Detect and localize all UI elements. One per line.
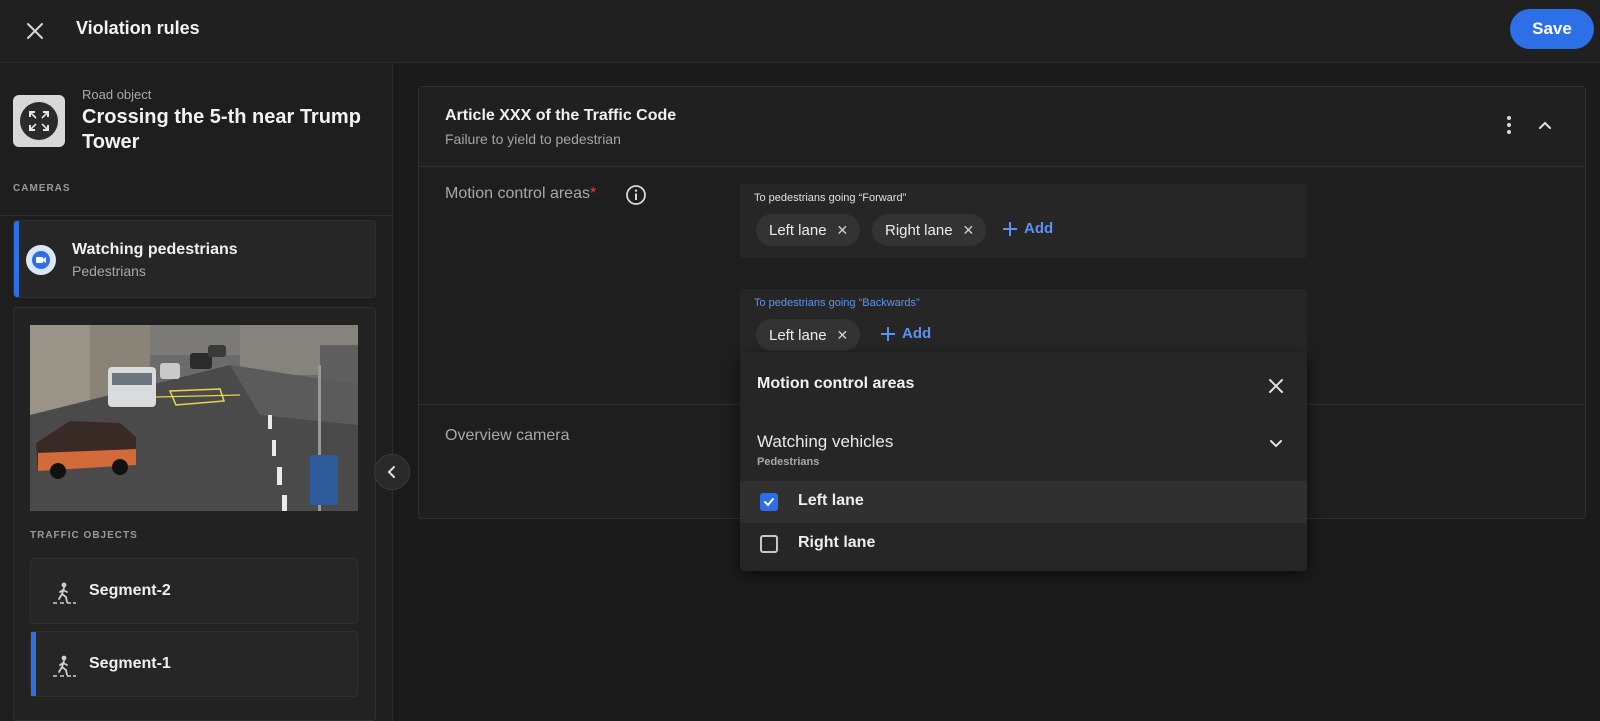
traffic-objects-caption: TRAFFIC OBJECTS	[30, 530, 138, 541]
motion-areas-dropdown: Motion control areas Watching vehicles P…	[740, 352, 1307, 571]
dropdown-camera-subtitle: Pedestrians	[757, 456, 820, 468]
remove-chip-icon[interactable]: ✕	[837, 222, 849, 239]
top-bar: Violation rules Save	[0, 0, 1600, 63]
remove-chip-icon[interactable]: ✕	[837, 327, 849, 344]
chip-left-lane[interactable]: Left lane ✕	[756, 319, 861, 351]
add-backwards-area-button[interactable]: Add	[880, 325, 931, 342]
overview-camera-label: Overview camera	[445, 427, 570, 444]
checkbox-unchecked[interactable]	[760, 535, 778, 553]
traffic-object-label: Segment-2	[89, 582, 171, 599]
sidebar: Road object Crossing the 5-th near Trump…	[0, 63, 393, 721]
chevron-up-icon	[1539, 121, 1551, 129]
save-button[interactable]: Save	[1510, 9, 1594, 49]
backwards-caption: To pedestrians going “Backwards”	[754, 297, 920, 309]
road-object-name: Crossing the 5-th near Trump Tower	[82, 106, 361, 153]
add-label: Add	[902, 325, 932, 342]
video-camera-icon	[32, 251, 50, 269]
check-icon	[764, 498, 774, 507]
close-icon	[1269, 379, 1283, 393]
chip-label: Left lane	[769, 326, 827, 344]
road-object-label: Road object	[82, 87, 152, 102]
selected-indicator	[14, 221, 19, 297]
close-icon	[27, 23, 43, 39]
chip-label: Left lane	[769, 221, 827, 239]
close-dropdown-button[interactable]	[1264, 374, 1288, 398]
camera-title: Watching pedestrians	[72, 241, 238, 258]
plus-icon	[881, 326, 895, 341]
option-label: Left lane	[798, 492, 864, 509]
dropdown-camera-name[interactable]: Watching vehicles	[757, 432, 893, 452]
road-object-thumbnail	[13, 95, 65, 147]
camera-subtitle: Pedestrians	[72, 263, 146, 279]
traffic-object-segment-2[interactable]: Segment-2	[30, 558, 358, 624]
remove-chip-icon[interactable]: ✕	[963, 222, 975, 239]
option-right-lane[interactable]: Right lane	[740, 523, 1307, 565]
motion-control-areas-label: Motion control areas*	[445, 185, 596, 203]
add-label: Add	[1024, 220, 1054, 237]
dropdown-title: Motion control areas	[757, 375, 915, 392]
expand-icon	[29, 111, 49, 131]
camera-card[interactable]: Watching pedestrians Pedestrians	[13, 220, 376, 298]
traffic-object-segment-1[interactable]: Segment-1	[30, 631, 358, 697]
pedestrian-crossing-icon	[53, 582, 76, 604]
backwards-direction-box: To pedestrians going “Backwards” Left la…	[740, 289, 1307, 359]
chip-left-lane[interactable]: Left lane ✕	[756, 214, 861, 246]
camera-badge	[26, 245, 56, 275]
chevron-left-icon	[387, 466, 395, 478]
option-label: Right lane	[798, 534, 876, 551]
add-forward-area-button[interactable]: Add	[1002, 220, 1053, 237]
more-options-button[interactable]	[1497, 113, 1521, 137]
article-title: Article XXX of the Traffic Code	[445, 107, 677, 124]
camera-panel: TRAFFIC OBJECTS Segment-2 Segment-1	[13, 307, 376, 721]
chip-label: Right lane	[885, 221, 953, 239]
more-vert-icon	[1507, 116, 1511, 134]
required-mark: *	[589, 185, 597, 202]
forward-direction-box: To pedestrians going “Forward” Left lane…	[740, 184, 1307, 258]
page-title: Violation rules	[76, 18, 200, 38]
camera-preview-image[interactable]	[30, 325, 358, 511]
traffic-object-label: Segment-1	[89, 655, 171, 672]
chevron-down-icon	[1270, 440, 1282, 448]
selected-indicator	[31, 632, 36, 696]
cameras-caption: CAMERAS	[13, 183, 71, 194]
divider	[0, 215, 392, 216]
checkbox-checked[interactable]	[760, 493, 778, 511]
close-button[interactable]	[20, 16, 50, 46]
info-icon[interactable]	[625, 184, 647, 206]
article-header[interactable]: Article XXX of the Traffic Code Failure …	[419, 87, 1585, 167]
camera-select-toggle[interactable]	[1264, 432, 1288, 456]
pedestrian-crossing-icon	[53, 655, 76, 677]
motion-control-areas-text: Motion control areas	[445, 185, 590, 202]
collapse-article-button[interactable]	[1533, 113, 1557, 137]
collapse-sidebar-button[interactable]	[374, 454, 410, 490]
article-subtitle: Failure to yield to pedestrian	[445, 131, 621, 147]
chip-right-lane[interactable]: Right lane ✕	[872, 214, 987, 246]
option-left-lane[interactable]: Left lane	[740, 481, 1307, 523]
plus-icon	[1003, 221, 1017, 236]
forward-caption: To pedestrians going “Forward”	[754, 192, 907, 204]
